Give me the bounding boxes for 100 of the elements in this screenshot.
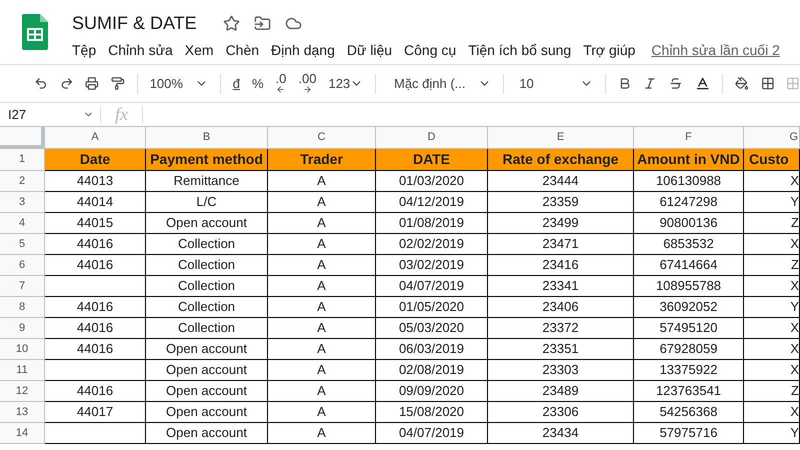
table-cell: 01/05/2020 bbox=[376, 297, 488, 318]
table-cell: A bbox=[268, 318, 376, 339]
table-cell: 106130988 bbox=[634, 171, 744, 192]
table-cell: A bbox=[268, 255, 376, 276]
table-cell: 01/03/2020 bbox=[376, 171, 488, 192]
number-format-dropdown[interactable]: 123 bbox=[328, 74, 364, 94]
table-cell: A bbox=[268, 381, 376, 402]
table-cell: A bbox=[268, 192, 376, 213]
menu-item[interactable]: Tiện ích bổ sung bbox=[462, 40, 578, 61]
table-cell: 123763541 bbox=[634, 381, 744, 402]
last-edit-link[interactable]: Chỉnh sửa lần cuối 2 bbox=[651, 40, 780, 61]
row-number[interactable]: 13 bbox=[0, 402, 45, 423]
print-icon[interactable] bbox=[85, 75, 100, 92]
row-number[interactable]: 11 bbox=[0, 360, 45, 381]
font-size-dropdown[interactable]: 10 bbox=[519, 74, 593, 94]
table-cell: Y bbox=[744, 192, 800, 213]
merge-cells-icon[interactable] bbox=[786, 75, 800, 92]
column-header[interactable]: G bbox=[744, 127, 800, 149]
table-cell: 23372 bbox=[488, 318, 634, 339]
column-header[interactable]: D bbox=[376, 127, 488, 149]
table-cell: 67928059 bbox=[634, 339, 744, 360]
header-cell: Date bbox=[45, 149, 146, 171]
row-number[interactable]: 6 bbox=[0, 255, 45, 276]
table-cell: 44016 bbox=[45, 234, 146, 255]
column-header[interactable]: A bbox=[45, 127, 146, 149]
header-cell: Rate of exchange bbox=[488, 149, 634, 171]
table-cell: X bbox=[744, 339, 800, 360]
table-cell: 44016 bbox=[45, 255, 146, 276]
menu-item[interactable]: Định dạng bbox=[265, 40, 341, 61]
table-cell: 6853532 bbox=[634, 234, 744, 255]
table-cell: 57975716 bbox=[634, 423, 744, 444]
table-cell: 23471 bbox=[488, 234, 634, 255]
table-cell: Collection bbox=[146, 255, 268, 276]
star-icon[interactable] bbox=[222, 14, 240, 32]
decrease-decimals-button[interactable]: .0 bbox=[276, 73, 286, 94]
document-title[interactable]: SUMIF & DATE bbox=[72, 12, 197, 34]
font-dropdown[interactable]: Mặc định (... bbox=[394, 74, 491, 94]
header-cell: Trader bbox=[268, 149, 376, 171]
row-number[interactable]: 8 bbox=[0, 297, 45, 318]
row-number[interactable]: 3 bbox=[0, 192, 45, 213]
move-folder-icon[interactable] bbox=[254, 14, 271, 32]
menu-item[interactable]: Tệp bbox=[72, 40, 102, 61]
column-header[interactable]: C bbox=[268, 127, 376, 149]
row-number[interactable]: 14 bbox=[0, 423, 45, 444]
table-cell: 23341 bbox=[488, 276, 634, 297]
table-cell: X bbox=[744, 318, 800, 339]
increase-decimals-button[interactable]: .00 bbox=[298, 73, 316, 94]
fill-color-icon[interactable] bbox=[734, 75, 749, 92]
spreadsheet-logo-icon[interactable] bbox=[22, 14, 48, 50]
table-cell: Z bbox=[744, 255, 800, 276]
column-header[interactable]: E bbox=[488, 127, 634, 149]
row-number[interactable]: 12 bbox=[0, 381, 45, 402]
menu-item[interactable]: Công cụ bbox=[398, 40, 462, 61]
menu-item[interactable]: Xem bbox=[178, 40, 220, 61]
table-cell: 61247298 bbox=[634, 192, 744, 213]
currency-button[interactable]: đ bbox=[232, 74, 240, 94]
percent-button[interactable]: % bbox=[252, 74, 264, 94]
table-cell: 02/02/2019 bbox=[376, 234, 488, 255]
table-cell: 23444 bbox=[488, 171, 634, 192]
table-cell: 44015 bbox=[45, 213, 146, 234]
table-cell: X bbox=[744, 276, 800, 297]
table-cell: Z bbox=[744, 213, 800, 234]
header-cell: DATE bbox=[376, 149, 488, 171]
table-cell: 44013 bbox=[45, 171, 146, 192]
table-cell: 57495120 bbox=[634, 318, 744, 339]
table-cell: A bbox=[268, 171, 376, 192]
table-cell: 90800136 bbox=[634, 213, 744, 234]
table-cell: 04/07/2019 bbox=[376, 276, 488, 297]
cell-reference-box[interactable]: I27 bbox=[0, 104, 100, 124]
table-cell: Collection bbox=[146, 276, 268, 297]
table-cell: A bbox=[268, 234, 376, 255]
table-cell: A bbox=[268, 402, 376, 423]
row-number[interactable]: 5 bbox=[0, 234, 45, 255]
row-number[interactable]: 4 bbox=[0, 213, 45, 234]
row-number[interactable]: 2 bbox=[0, 171, 45, 192]
borders-icon[interactable] bbox=[760, 75, 774, 92]
menu-item[interactable]: Chỉnh sửa bbox=[102, 40, 179, 61]
table-cell: 54256368 bbox=[634, 402, 744, 423]
table-cell: 23303 bbox=[488, 360, 634, 381]
table-cell: 05/03/2020 bbox=[376, 318, 488, 339]
column-header[interactable]: B bbox=[146, 127, 268, 149]
table-cell: Z bbox=[744, 381, 800, 402]
row-number[interactable]: 1 bbox=[0, 149, 45, 171]
row-number[interactable]: 10 bbox=[0, 339, 45, 360]
menu-item[interactable]: Chèn bbox=[220, 40, 266, 61]
table-cell: X bbox=[744, 402, 800, 423]
row-number[interactable]: 7 bbox=[0, 276, 45, 297]
column-header[interactable]: F bbox=[634, 127, 744, 149]
menu-item[interactable]: Dữ liệu bbox=[340, 40, 398, 61]
row-number[interactable]: 9 bbox=[0, 318, 45, 339]
table-cell: 23416 bbox=[488, 255, 634, 276]
paint-format-icon[interactable] bbox=[111, 75, 125, 92]
menu-item[interactable]: Trợ giúp bbox=[577, 40, 642, 61]
table-cell: 15/08/2020 bbox=[376, 402, 488, 423]
table-cell: 23406 bbox=[488, 297, 634, 318]
table-cell: 44017 bbox=[45, 402, 146, 423]
table-cell: 23306 bbox=[488, 402, 634, 423]
table-cell: Open account bbox=[146, 360, 268, 381]
zoom-dropdown[interactable]: 100% bbox=[150, 74, 208, 94]
table-cell: 23351 bbox=[488, 339, 634, 360]
